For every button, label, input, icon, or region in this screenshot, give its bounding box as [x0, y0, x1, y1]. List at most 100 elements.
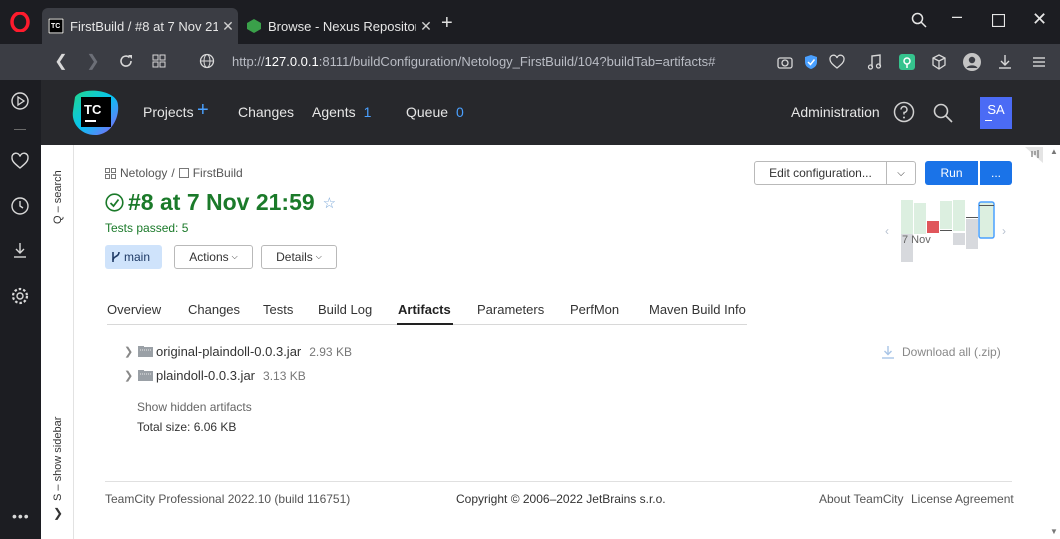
close-tab-icon[interactable]: ✕	[416, 18, 436, 35]
player-icon[interactable]	[10, 91, 30, 111]
chevron-down-icon: ⌵	[231, 252, 238, 261]
avatar-initials: SA	[987, 102, 1005, 117]
license-agreement-link[interactable]: License Agreement	[911, 492, 1014, 506]
history-bar-selected[interactable]	[978, 201, 995, 239]
heart-icon[interactable]	[828, 53, 846, 71]
help-icon[interactable]	[893, 101, 915, 123]
more-options-icon[interactable]: •••	[12, 508, 30, 524]
favorite-star-icon[interactable]: ☆	[323, 194, 336, 212]
tab-grid-icon[interactable]	[152, 54, 166, 68]
about-teamcity-link[interactable]: About TeamCity	[819, 492, 904, 506]
search-icon[interactable]	[933, 103, 953, 123]
expand-chevron-icon[interactable]: ❯	[124, 345, 138, 358]
breadcrumb-config-link[interactable]: FirstBuild	[193, 166, 243, 180]
downloads-icon[interactable]	[10, 240, 30, 260]
add-project-icon[interactable]: +	[197, 99, 209, 122]
breadcrumb-project-link[interactable]: Netology	[120, 166, 167, 180]
back-icon[interactable]: ❮	[50, 51, 72, 71]
globe-icon[interactable]	[199, 53, 215, 69]
maximize-icon[interactable]	[992, 14, 1005, 27]
history-bar[interactable]	[940, 201, 952, 229]
artifact-name[interactable]: original-plaindoll-0.0.3.jar	[156, 344, 301, 359]
edit-configuration-button[interactable]: Edit configuration...	[754, 161, 887, 185]
teamcity-header: TC Projects + Changes Agents 1 Queue 0 Admi…	[41, 80, 1060, 145]
expand-sidebar-chevron-icon[interactable]: ❯	[53, 506, 63, 520]
tab-tests[interactable]: Tests	[263, 302, 293, 317]
menu-icon[interactable]	[1030, 53, 1048, 71]
artifact-row[interactable]: ❯ plaindoll-0.0.3.jar 3.13 KB	[124, 368, 306, 383]
tab-perfmon[interactable]: PerfMon	[570, 302, 619, 317]
user-avatar[interactable]: SA	[980, 97, 1012, 129]
nav-changes[interactable]: Changes	[238, 104, 294, 120]
artifact-row[interactable]: ❯ original-plaindoll-0.0.3.jar 2.93 KB	[124, 344, 352, 359]
close-window-icon[interactable]: ✕	[1032, 9, 1047, 30]
build-history-chart[interactable]: ‹ › 7 Nov	[884, 197, 1014, 267]
tab-changes[interactable]: Changes	[188, 302, 240, 317]
opera-logo-icon[interactable]	[10, 12, 30, 32]
actions-dropdown[interactable]: Actions ⌵	[174, 245, 253, 269]
artifact-name[interactable]: plaindoll-0.0.3.jar	[156, 368, 255, 383]
show-sidebar-label[interactable]: S – show sidebar	[52, 417, 64, 501]
tab-title: Browse - Nexus Repository	[268, 18, 416, 34]
expand-chevron-icon[interactable]: ❯	[124, 369, 138, 382]
shield-icon[interactable]	[802, 53, 820, 71]
run-button[interactable]: Run	[925, 161, 978, 185]
avatar-underline	[985, 120, 992, 121]
actions-label: Actions	[189, 250, 229, 264]
nav-projects-label: Projects	[143, 104, 194, 120]
teamcity-logo-icon[interactable]: TC	[71, 87, 121, 137]
download-icon[interactable]	[996, 53, 1014, 71]
download-all-link[interactable]: Download all (.zip)	[882, 345, 1001, 359]
history-bar-failed[interactable]	[927, 221, 939, 233]
profile-icon[interactable]	[962, 52, 982, 72]
browser-tab-teamcity[interactable]: TC FirstBuild / #8 at 7 Nov 21:5 ✕	[42, 8, 238, 44]
run-options-button[interactable]: ...	[980, 161, 1012, 185]
url-field[interactable]: http://127.0.0.1:8111/buildConfiguration…	[232, 54, 715, 69]
tab-build-log[interactable]: Build Log	[318, 302, 372, 317]
history-bar[interactable]	[953, 200, 965, 231]
history-next-icon[interactable]: ›	[1002, 224, 1006, 238]
tab-parameters[interactable]: Parameters	[477, 302, 544, 317]
details-dropdown[interactable]: Details ⌵	[261, 245, 337, 269]
history-bar[interactable]	[914, 203, 926, 234]
footer-edition: TeamCity Professional 2022.10 (build 116…	[105, 492, 351, 506]
chart-corner-icon[interactable]	[1025, 147, 1043, 163]
reload-icon[interactable]	[118, 53, 134, 69]
settings-gear-icon[interactable]	[10, 286, 30, 306]
administration-link[interactable]: Administration	[791, 104, 880, 120]
forward-icon[interactable]: ❯	[82, 51, 104, 71]
search-shortcut-label[interactable]: Q – search	[52, 170, 64, 224]
tests-status-link[interactable]: Tests passed: 5	[105, 221, 188, 235]
nav-queue-label: Queue	[406, 104, 449, 120]
vpn-icon[interactable]	[898, 53, 916, 71]
show-hidden-artifacts-link[interactable]: Show hidden artifacts	[137, 400, 252, 414]
nav-projects[interactable]: Projects +	[143, 99, 209, 121]
new-tab-button[interactable]: +	[441, 12, 453, 35]
search-tabs-icon[interactable]	[911, 12, 927, 28]
footer-divider	[105, 481, 1012, 482]
extensions-cube-icon[interactable]	[930, 53, 948, 71]
tab-title: FirstBuild / #8 at 7 Nov 21:5	[70, 18, 218, 34]
history-baseline	[979, 205, 994, 206]
camera-icon[interactable]	[776, 53, 794, 71]
tab-maven-build-info[interactable]: Maven Build Info	[649, 302, 746, 317]
nav-agents[interactable]: Agents 1	[312, 104, 371, 120]
history-clock-icon[interactable]	[10, 196, 30, 216]
minimize-icon[interactable]: –	[952, 6, 962, 27]
browser-tab-nexus[interactable]: Browse - Nexus Repository ✕	[240, 8, 436, 44]
page-scrollbar[interactable]: ▲ ▼	[1047, 145, 1060, 539]
queue-count: 0	[456, 104, 464, 120]
edit-configuration-dropdown[interactable]: ⌵	[886, 161, 916, 185]
tab-overview[interactable]: Overview	[107, 302, 161, 317]
favorites-heart-icon[interactable]	[10, 151, 30, 171]
archive-file-icon	[138, 370, 153, 381]
nav-queue[interactable]: Queue 0	[406, 104, 464, 120]
music-icon[interactable]	[866, 53, 884, 71]
tab-artifacts[interactable]: Artifacts	[398, 302, 451, 317]
history-prev-icon[interactable]: ‹	[885, 224, 889, 238]
scroll-down-icon[interactable]: ▼	[1050, 527, 1058, 536]
history-bar[interactable]	[901, 200, 913, 234]
close-tab-icon[interactable]: ✕	[218, 18, 238, 35]
branch-badge[interactable]: main	[105, 245, 162, 269]
scroll-up-icon[interactable]: ▲	[1050, 147, 1058, 156]
